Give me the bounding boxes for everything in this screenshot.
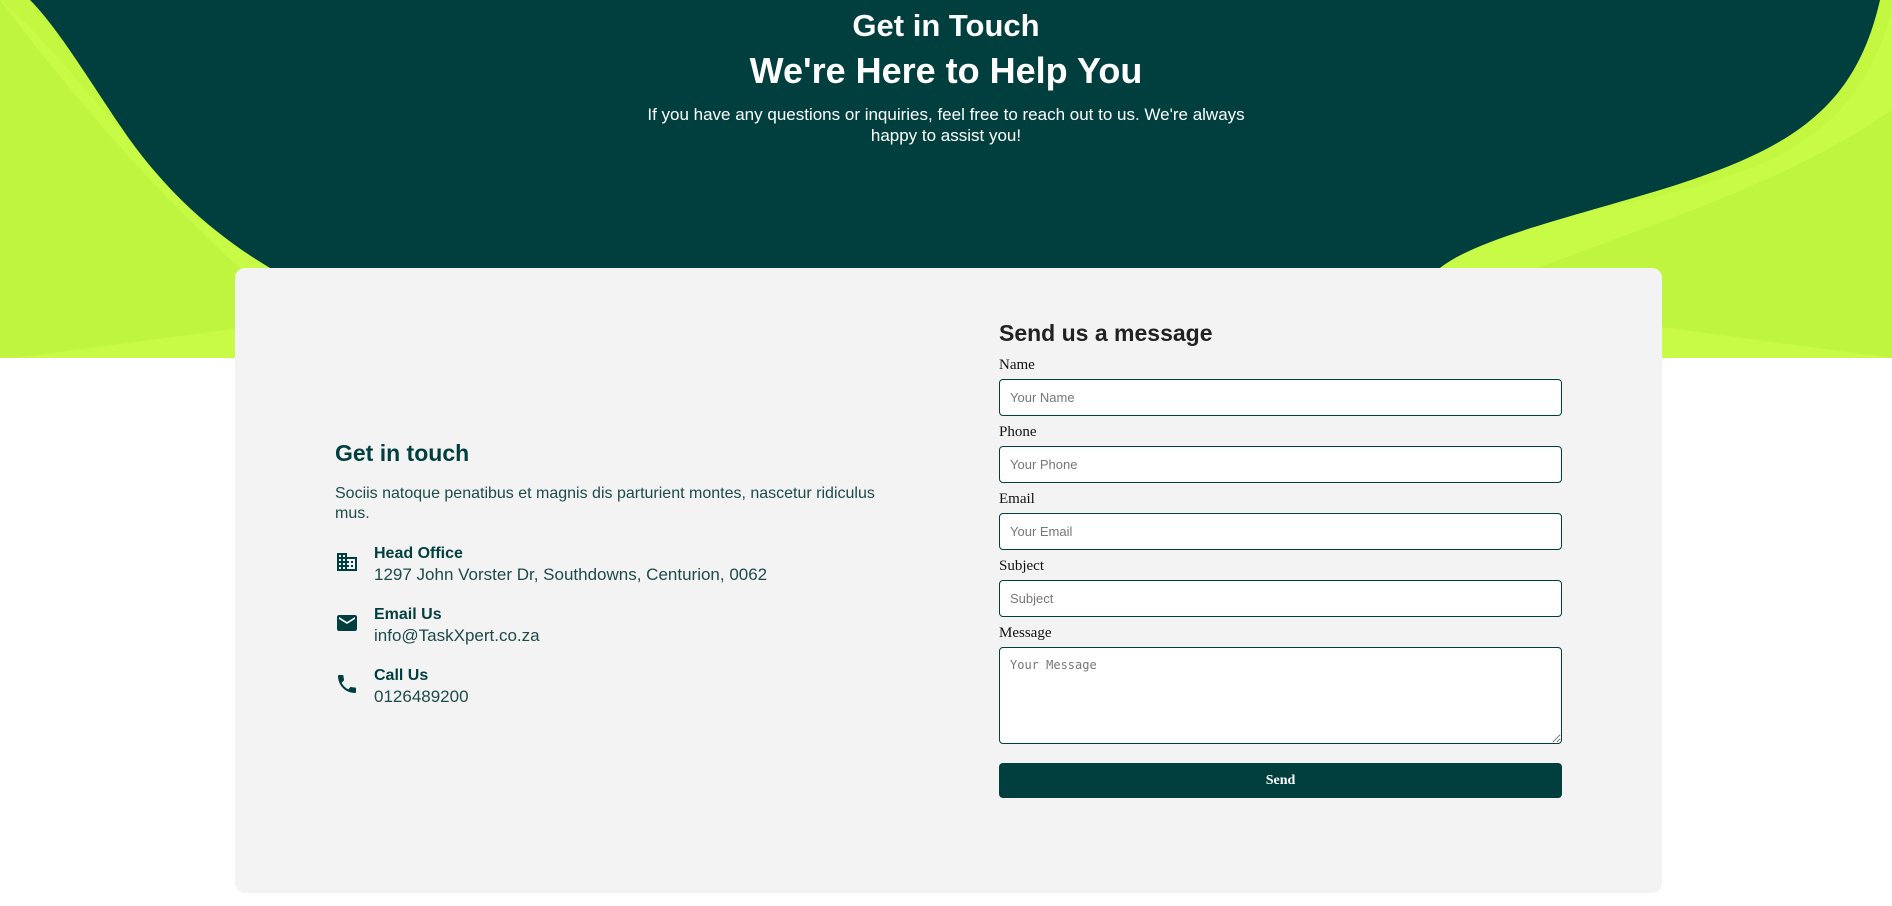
- contact-info-section: Get in touch Sociis natoque penatibus et…: [335, 438, 895, 706]
- email-address: info@TaskXpert.co.za: [374, 626, 540, 645]
- message-textarea[interactable]: [999, 647, 1562, 744]
- form-title: Send us a message: [999, 320, 1213, 346]
- send-button[interactable]: Send: [999, 763, 1562, 798]
- phone-icon: [338, 675, 356, 693]
- message-form: Send us a message Name Phone Email Subje…: [999, 318, 1562, 798]
- info-title: Get in touch: [335, 440, 470, 466]
- email-label: Email: [999, 491, 1035, 507]
- mail-icon: [337, 615, 357, 631]
- head-office-label: Head Office: [374, 545, 463, 562]
- phone-number: 0126489200: [374, 687, 469, 706]
- phone-input[interactable]: [999, 446, 1562, 483]
- contact-item-email: Email Us info@TaskXpert.co.za: [335, 605, 895, 645]
- head-office-address: 1297 John Vorster Dr, Southdowns, Centur…: [374, 565, 768, 584]
- email-input[interactable]: [999, 513, 1562, 550]
- contact-item-phone: Call Us 0126489200: [335, 666, 895, 706]
- info-description: Sociis natoque penatibus et magnis dis p…: [335, 485, 875, 522]
- phone-label: Phone: [999, 424, 1037, 440]
- hero-kicker: Get in Touch: [852, 8, 1040, 43]
- name-label: Name: [999, 357, 1035, 373]
- hero-subtitle: If you have any questions or inquiries, …: [647, 105, 1245, 145]
- hero-title: We're Here to Help You: [749, 50, 1143, 91]
- building-icon: [337, 553, 357, 571]
- subject-input[interactable]: [999, 580, 1562, 617]
- message-label: Message: [999, 625, 1052, 641]
- email-us-label: Email Us: [374, 606, 442, 623]
- contact-item-head-office: Head Office 1297 John Vorster Dr, Southd…: [335, 544, 895, 584]
- subject-label: Subject: [999, 558, 1044, 574]
- call-us-label: Call Us: [374, 667, 429, 684]
- name-input[interactable]: [999, 379, 1562, 416]
- contact-card: Get in touch Sociis natoque penatibus et…: [235, 268, 1662, 893]
